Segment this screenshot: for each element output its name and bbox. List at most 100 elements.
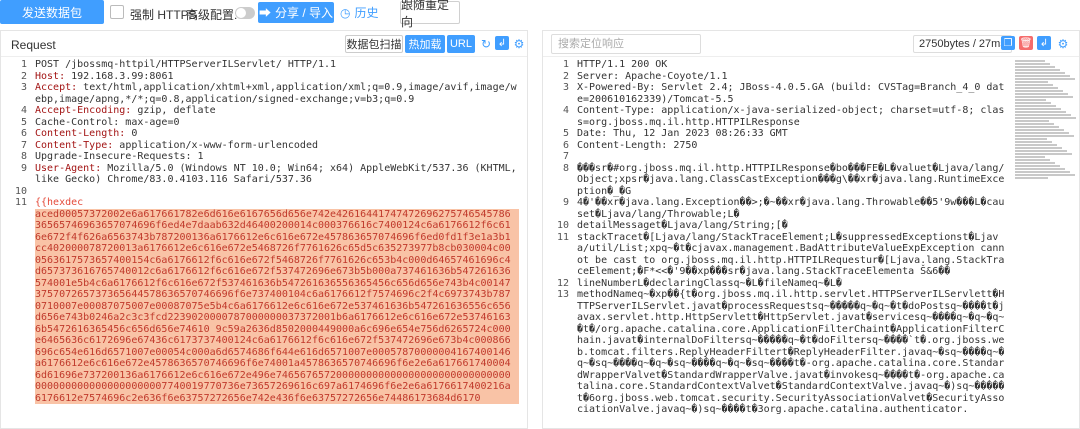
history-button[interactable]: ◷ 历史: [340, 2, 390, 23]
code-line: 3 Accept: text/html,application/xhtml+xml…: [1, 82, 527, 105]
line-text: Content-Length: 0: [35, 128, 138, 139]
packet-scan-button[interactable]: 数据包扫描: [345, 35, 403, 53]
share-icon: ⮕: [258, 6, 271, 20]
line-number: 11: [556, 231, 569, 243]
minimap-line: [1015, 75, 1070, 77]
line-text: Date: Thu, 12 Jan 2023 08:26:33 GMT: [577, 128, 788, 139]
minimap-line: [1015, 117, 1076, 119]
follow-redirect-button[interactable]: 跟随重定向: [400, 0, 460, 29]
line-text: Server: Apache-Coyote/1.1: [577, 70, 728, 82]
minimap-line: [1015, 114, 1071, 116]
code-line: 2 Server: Apache-Coyote/1.1: [543, 71, 1009, 83]
delete-icon[interactable]: 🗑: [1019, 36, 1033, 50]
minimap-line: [1015, 72, 1065, 74]
line-number: 3: [562, 82, 569, 93]
response-editor[interactable]: 1 HTTP/1.1 200 OK 2 Server: Apache-Coyote/1…: [543, 59, 1009, 428]
line-text: [577, 151, 1009, 163]
line-number: 12: [556, 277, 569, 289]
line-number: 4: [562, 105, 569, 116]
minimap-line: [1015, 111, 1066, 113]
minimap-line: [1015, 177, 1048, 179]
line-text: Cache-Control: max-age=0: [35, 116, 180, 128]
copy-icon[interactable]: ❐: [1001, 36, 1015, 50]
header-key: Content-Type:: [35, 139, 114, 151]
minimap-line: [1015, 99, 1046, 101]
code-line: 7 Content-Type: application/x-www-form-ur…: [1, 140, 527, 152]
code-line: 9 4�'��xr�java.lang.Exception��>;�~��xr�j…: [543, 197, 1009, 220]
code-line: 6 Content-Length: 2750: [543, 140, 1009, 152]
line-text: detailMessaget�Ljava/lang/String;[�: [577, 220, 788, 231]
response-search-input[interactable]: 搜索定位响应: [551, 34, 701, 54]
refresh-icon[interactable]: ↻: [479, 37, 493, 51]
header-key: Host:: [35, 70, 66, 82]
line-number: 13: [556, 289, 569, 300]
minimap-line: [1015, 60, 1045, 62]
response-panel: 搜索定位响应 2750bytes / 27ms ❐ 🗑 ↲ ⚙ 1 HTTP/1.…: [542, 30, 1080, 429]
line-text: Content-Type: application/x-java-seriali…: [577, 105, 1005, 128]
line-text: Content-Type: application/x-www-form-url…: [35, 139, 318, 151]
clock-icon: ◷: [340, 5, 351, 20]
line-number: 9: [20, 162, 27, 174]
minimap-line: [1015, 135, 1074, 137]
line-text: User-Agent: Mozilla/5.0 (Windows NT 10.0…: [35, 162, 523, 186]
minimap-line: [1015, 96, 1073, 98]
line-number: 5: [562, 128, 569, 139]
history-label: 历史: [354, 6, 379, 20]
minimap-line: [1015, 129, 1064, 131]
url-button[interactable]: URL: [447, 35, 475, 53]
line-number: 3: [20, 82, 27, 93]
request-editor[interactable]: 1 POST /jbossmq-httpil/HTTPServerILServle…: [1, 59, 527, 428]
code-line: aced00057372002e6a617661782e6d616e616765…: [1, 208, 527, 404]
return-icon[interactable]: ↲: [1037, 36, 1051, 50]
minimap-line: [1015, 174, 1075, 176]
minimap-line: [1015, 168, 1065, 170]
code-line: 5 Date: Thu, 12 Jan 2023 08:26:33 GMT: [543, 128, 1009, 140]
line-text: ���sr�#org.jboss.mq.il.http.HTTPILRespon…: [577, 162, 1005, 197]
minimap-line: [1015, 108, 1061, 110]
minimap-line: [1015, 123, 1054, 125]
request-header: Request 数据包扫描 热加载 URL ↻ ↲ ⚙: [1, 31, 527, 57]
minimap-line: [1015, 165, 1060, 167]
send-packet-button[interactable]: 发送数据包: [0, 0, 104, 24]
header-key: Content-Length:: [35, 128, 126, 139]
line-text: Upgrade-Insecure-Requests: 1: [35, 151, 204, 162]
minimap-line: [1015, 138, 1047, 140]
minimap-line: [1015, 93, 1068, 95]
advanced-config-label: 高级配置:: [186, 8, 238, 22]
line-text: Accept-Encoding: gzip, deflate: [35, 105, 216, 116]
code-line: 9 User-Agent: Mozilla/5.0 (Windows NT 10.…: [1, 163, 527, 186]
code-line: 1 HTTP/1.1 200 OK: [543, 59, 1009, 71]
gear-icon[interactable]: ⚙: [1056, 37, 1070, 51]
line-number: 7: [20, 139, 27, 151]
minimap-line: [1015, 162, 1055, 164]
line-text: X-Powered-By: Servlet 2.4; JBoss-4.0.5.G…: [577, 82, 1005, 105]
code-line: 2 Host: 192.168.3.99:8061: [1, 71, 527, 83]
code-line: 8 ���sr�#org.jboss.mq.il.http.HTTPILRespo…: [543, 163, 1009, 198]
hot-load-button[interactable]: 热加载: [405, 35, 445, 53]
line-number: 5: [20, 116, 27, 128]
line-text: 4�'��xr�java.lang.Exception��>;�~��xr�ja…: [577, 197, 1005, 220]
top-toolbar: 发送数据包 强制 HTTPS 高级配置: ⮕ 分享 / 导入 ◷ 历史 跟随重定…: [0, 0, 1080, 29]
force-https-checkbox[interactable]: [110, 5, 124, 19]
line-number: 11: [14, 197, 27, 208]
line-text: POST /jbossmq-httpil/HTTPServerILServlet…: [35, 59, 337, 70]
share-import-button[interactable]: ⮕ 分享 / 导入: [258, 2, 334, 23]
gear-icon[interactable]: ⚙: [512, 37, 526, 51]
line-text: stackTracet�[Ljava/lang/StackTraceElemen…: [577, 231, 1005, 278]
hex-payload: aced00057372002e6a617661782e6d616e616765…: [35, 208, 519, 404]
header-key: Accept:: [35, 82, 78, 93]
line-number: 8: [20, 151, 27, 162]
minimap-line: [1015, 90, 1063, 92]
advanced-config-toggle[interactable]: [235, 7, 255, 19]
code-line: 13 methodNameq~�xp��{t�org.jboss.mq.il.ht…: [543, 289, 1009, 416]
return-icon[interactable]: ↲: [495, 36, 509, 50]
response-minimap[interactable]: [1015, 59, 1077, 179]
code-line: 4 Content-Type: application/x-java-serial…: [543, 105, 1009, 128]
share-import-label: 分享 / 导入: [275, 6, 334, 20]
minimap-line: [1015, 105, 1056, 107]
minimap-line: [1015, 171, 1070, 173]
line-number: 2: [562, 70, 569, 82]
line-number: 4: [20, 105, 27, 116]
hexdec-tag: {{hexdec: [35, 197, 84, 208]
minimap-line: [1015, 132, 1069, 134]
